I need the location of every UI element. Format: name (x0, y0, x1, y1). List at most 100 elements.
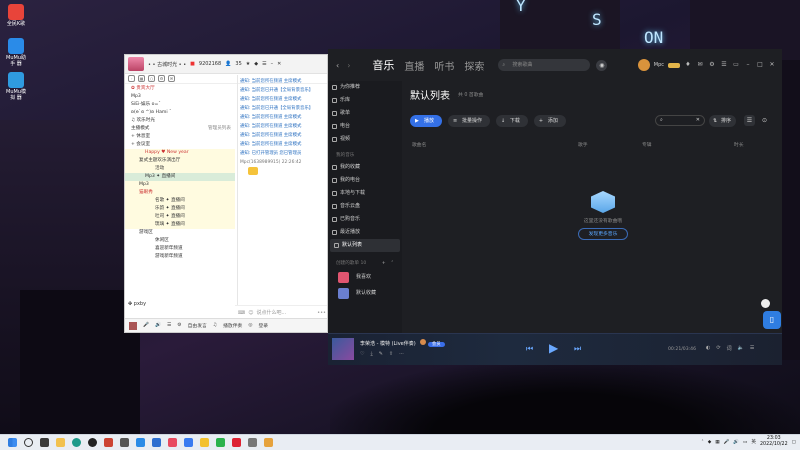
list-icon[interactable]: ☰ (167, 323, 171, 328)
sidebar-item-purchased[interactable]: 已购音乐 (328, 213, 402, 226)
playlist-item[interactable]: 我喜欢 (328, 269, 402, 285)
more-icon[interactable]: ••• (317, 310, 326, 316)
sidebar-item-playlists[interactable]: 歌单 (328, 107, 402, 120)
share-icon[interactable]: ⇪ (389, 351, 393, 357)
column-header[interactable]: 时长 (734, 141, 744, 148)
tab-explore[interactable]: 探索 (464, 58, 484, 73)
tree-row[interactable]: Happy ♥ New year (125, 149, 235, 157)
desktop-icon-mumu-emulator[interactable]: MuMu模拟 器 (4, 72, 28, 101)
loop-icon[interactable]: ⟳ (716, 345, 720, 352)
menu-icon[interactable]: ☰ (720, 61, 728, 69)
mic-icon[interactable]: 🎤 (143, 323, 149, 328)
tree-row[interactable]: 复式主题欢乐演出厅 (125, 157, 235, 165)
sidebar-item-my-radio[interactable]: 我的电台 (328, 174, 402, 187)
battery-icon[interactable]: ▭ (743, 440, 747, 445)
tree-row[interactable]: 名歌 ✦ 直播间 (125, 197, 235, 205)
tree-row[interactable]: 琉璃 ✦ 直播间 (125, 221, 235, 229)
tree-row[interactable]: 主播模式 管理员列表 (125, 125, 235, 133)
tree-row[interactable]: + 会议室 (125, 141, 235, 149)
comment-icon[interactable]: ✎ (379, 351, 383, 357)
next-icon[interactable]: ⏭ (574, 344, 581, 354)
user-icon[interactable]: ◦ (128, 75, 135, 82)
prev-icon[interactable]: ⏮ (526, 344, 533, 354)
locate-icon[interactable]: ⊙ (759, 115, 770, 126)
forward-icon[interactable]: › (347, 61, 350, 70)
input-method-icon[interactable]: 英 (751, 439, 756, 445)
setting-icon[interactable]: ⚙ (177, 323, 181, 328)
like-icon[interactable]: ♡ (360, 351, 364, 357)
download-icon[interactable]: ⤓ (370, 351, 372, 357)
column-header[interactable]: 歌手 (578, 141, 588, 148)
tree-row[interactable]: 吐司 ✦ 直播间 (125, 213, 235, 221)
clear-icon[interactable]: ✕ (696, 117, 700, 123)
mail-icon[interactable] (151, 438, 161, 447)
mini-mode-icon[interactable]: ▭ (732, 61, 740, 69)
tool-icon[interactable] (247, 438, 257, 447)
speaker-icon[interactable]: 🔊 (155, 323, 161, 328)
app-icon[interactable] (103, 438, 113, 447)
browser-icon[interactable] (135, 438, 145, 447)
tree-row[interactable]: ʚ(ɵ`ɞ ^)ʚ Hami ˇ (125, 109, 235, 117)
voice-search-icon[interactable]: ◉ (596, 59, 608, 71)
settings-icon[interactable]: ⚙ (158, 75, 165, 82)
phone-float-icon[interactable]: ▯ (763, 311, 781, 329)
game-icon[interactable] (119, 438, 129, 447)
sidebar-item-default-list[interactable]: 默认列表 (330, 239, 400, 252)
sort-button[interactable]: ⇅ 排序 (708, 115, 736, 127)
minimize-icon[interactable]: – (744, 61, 752, 69)
search-icon[interactable]: ○ (148, 75, 155, 82)
now-playing-title[interactable]: 李荣浩 - 模特 (Live伴奏) (360, 341, 416, 347)
close-icon[interactable]: ✕ (277, 61, 281, 67)
effects-icon[interactable]: ◐ (706, 345, 710, 352)
user-name[interactable]: Mpc (654, 62, 664, 68)
notification-icon[interactable]: ▢ (792, 440, 796, 445)
tab-audiobook[interactable]: 听书 (434, 58, 454, 73)
start-icon[interactable] (7, 438, 17, 447)
red-app-icon[interactable] (231, 438, 241, 447)
search-icon[interactable] (23, 438, 33, 447)
download-button[interactable]: ↓ 下载 (495, 115, 528, 127)
tree-row[interactable]: 游戏区 (125, 229, 235, 237)
chevron-up-icon[interactable]: ˄ (701, 440, 703, 445)
list-view-icon[interactable]: ☰ (744, 115, 755, 126)
discover-more-button[interactable]: 发现更多音乐 (578, 228, 628, 240)
sidebar-item-favorites[interactable]: 我的收藏 (328, 161, 402, 174)
sidebar-item-video[interactable]: 视频 (328, 133, 402, 146)
desktop-icon-mumu-helper[interactable]: MuMu助手 器 (4, 38, 28, 67)
minimize-icon[interactable]: – (271, 61, 274, 67)
tree-row[interactable]: Mp3 (125, 93, 235, 101)
maximize-icon[interactable]: □ (756, 61, 764, 69)
back-icon[interactable]: ‹ (336, 61, 339, 70)
desktop-icon-kge[interactable]: 全民K歌 (4, 4, 28, 27)
qq-icon[interactable] (87, 438, 97, 447)
tree-row[interactable]: Mp3 (125, 181, 235, 189)
sidebar-item-cloud[interactable]: 音乐云盘 (328, 200, 402, 213)
column-header[interactable]: 歌曲名 (412, 141, 426, 148)
tab-music[interactable]: 音乐 (372, 57, 394, 73)
search-input[interactable]: ⌕ 搜索歌曲 (498, 59, 591, 71)
filter-input[interactable]: ⌕ ✕ (654, 115, 705, 126)
add-icon[interactable]: + (382, 261, 386, 266)
lyrics-icon[interactable]: 词 (727, 345, 732, 352)
clock[interactable]: 23:03 2022/10/22 (760, 436, 788, 448)
batch-button[interactable]: ≡ 批量操作 (447, 115, 490, 127)
play-accompaniment-button[interactable]: 播放伴奏 (223, 322, 242, 329)
network-icon[interactable]: ▦ (715, 440, 719, 445)
tree-row[interactable]: 猫眼秀 (125, 189, 235, 197)
settings-float-icon[interactable] (761, 299, 770, 308)
tree-row[interactable]: 喜迎新年频道 (125, 245, 235, 253)
task-view-icon[interactable] (39, 438, 49, 447)
profile-icon[interactable] (129, 321, 137, 330)
gamepad-icon[interactable]: ⌨ (238, 310, 245, 316)
free-speech-button[interactable]: 自由发言 (188, 322, 207, 329)
close-icon[interactable]: ✕ (768, 61, 776, 69)
avatar[interactable] (637, 59, 650, 71)
tree-row[interactable]: 活动 (125, 165, 235, 173)
pinned-app-icon[interactable] (263, 438, 273, 447)
current-user[interactable]: ✤ pxby (128, 301, 146, 307)
emoji-icon[interactable]: ☺ (248, 310, 253, 316)
volume-icon[interactable]: 🔈 (738, 345, 744, 352)
message-icon[interactable]: ✉ (168, 75, 175, 82)
wechat-icon[interactable] (215, 438, 225, 447)
volume-icon[interactable]: 🔊 (733, 440, 739, 445)
